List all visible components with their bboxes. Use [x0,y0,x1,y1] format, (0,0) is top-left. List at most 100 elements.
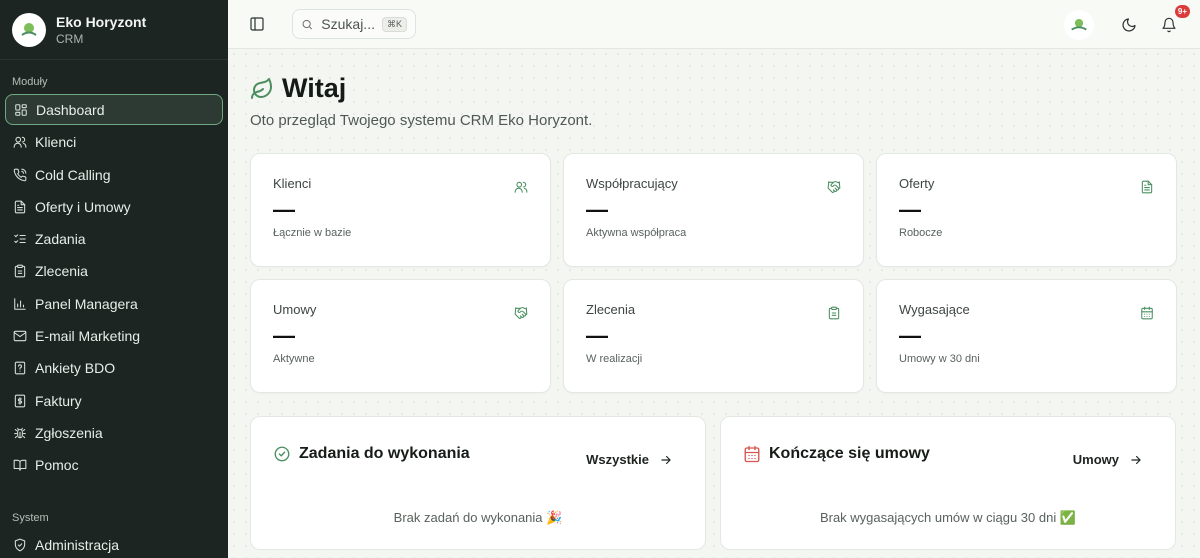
stat-card-title: Współpracujący [586,176,678,191]
clipboard-icon [827,306,841,320]
notifications-button[interactable]: 9+ [1156,3,1191,38]
stat-card-title: Klienci [273,176,312,191]
search-icon [302,19,313,29]
bug-icon [13,426,27,440]
sidebar-item-email-marketing[interactable]: E-mail Marketing [5,321,223,351]
contracts-empty-state: Brak wygasających umów w ciągu 30 dni ✅ [819,510,1077,525]
handshake-icon [827,180,841,194]
stat-card-value: — [273,323,295,348]
avatar[interactable] [1064,9,1094,40]
leaf-icon [251,77,272,99]
book-icon [13,458,27,472]
phone-icon [13,168,27,182]
stat-card-zlecenia[interactable]: Zlecenia — W realizacji [563,279,864,393]
arrow-right-icon [1131,455,1141,464]
stat-card-desc: Umowy w 30 dni [899,353,980,365]
arrow-right-icon [661,455,671,464]
tasks-view-all-link[interactable]: Wszystkie [586,452,673,467]
sidebar-item-panel-managera[interactable]: Panel Managera [5,289,223,319]
sidebar-toggle-button[interactable] [244,11,270,37]
sidebar-item-ankiety-bdo[interactable]: Ankiety BDO [5,353,223,383]
panels-row: Zadania do wykonania Wszystkie Brak zada… [250,416,1178,550]
contracts-panel-title: Kończące się umowy [769,445,930,462]
sidebar: Eko Horyzont CRM Moduły Dashboard Klienc… [0,0,228,558]
stat-card-value: — [899,197,921,222]
bell-icon [1162,17,1176,32]
brand-subtitle: CRM [56,31,84,46]
theme-toggle-button[interactable] [1116,12,1142,38]
dollar-file-icon [13,394,27,408]
stat-card-title: Zlecenia [586,302,636,317]
shield-icon [13,538,27,552]
tasks-panel-title: Zadania do wykonania [299,445,470,462]
sidebar-item-zlecenia[interactable]: Zlecenia [5,256,223,286]
section-label-modules: Moduły [12,76,48,88]
stat-card-klienci[interactable]: Klienci — Łącznie w bazie [250,153,551,267]
stat-card-value: — [586,323,608,348]
sidebar-nav: Dashboard Klienci Cold Calling Oferty i … [0,94,228,480]
contracts-view-all-label: Umowy [1072,452,1119,467]
sidebar-item-label: Zadania [35,231,86,248]
sidebar-item-label: Dashboard [36,101,105,118]
stat-card-desc: W realizacji [586,353,643,365]
sidebar-system-section: System Administracja [0,512,228,558]
bar-chart-icon [13,297,27,311]
sidebar-item-label: Ankiety BDO [35,360,116,377]
sidebar-item-zgloszenia[interactable]: Zgłoszenia [5,418,223,448]
sidebar-item-dashboard[interactable]: Dashboard [5,94,223,125]
sidebar-item-administracja[interactable]: Administracja [5,530,223,558]
moon-icon [1122,17,1136,32]
topbar: Szukaj... ⌘K 9+ [228,0,1200,49]
stat-card-desc: Robocze [899,227,943,239]
sidebar-item-zadania[interactable]: Zadania [5,224,223,254]
handshake-icon [514,306,528,320]
mail-icon [13,329,27,343]
brand-name: Eko Horyzont [56,13,147,30]
sidebar-item-klienci[interactable]: Klienci [5,127,223,157]
sidebar-item-label: Cold Calling [35,166,111,183]
contracts-view-all-link[interactable]: Umowy [1073,452,1143,467]
stat-card-value: — [586,197,608,222]
help-file-icon [13,361,27,375]
sidebar-item-label: Panel Managera [35,295,138,312]
check-circle-icon [273,445,291,463]
stat-card-umowy[interactable]: Umowy — Aktywne [250,279,551,393]
stat-card-value: — [273,197,295,222]
calendar-icon [743,445,761,463]
dashboard-content: Witaj Oto przegląd Twojego systemu CRM E… [228,73,1200,550]
list-checks-icon [13,232,27,246]
stat-card-value: — [899,323,921,348]
users-icon [13,135,27,149]
sidebar-item-cold-calling[interactable]: Cold Calling [5,160,223,190]
file-text-icon [13,200,27,214]
sidebar-item-label: Klienci [35,134,77,151]
sidebar-item-label: Pomoc [35,457,79,474]
stats-grid: Klienci — Łącznie w bazie Współpracujący… [250,153,1178,393]
stat-card-desc: Aktywna współpraca [586,227,687,239]
tasks-panel: Zadania do wykonania Wszystkie Brak zada… [250,416,706,550]
brand-logo [12,12,46,47]
stat-card-desc: Aktywne [273,353,315,365]
sidebar-item-oferty-i-umowy[interactable]: Oferty i Umowy [5,192,223,222]
sidebar-item-label: Administracja [35,537,120,553]
sidebar-item-label: Faktury [35,392,82,409]
stat-card-wygasajace[interactable]: Wygasające — Umowy w 30 dni [876,279,1177,393]
app-root: Eko Horyzont CRM Moduły Dashboard Klienc… [0,0,1200,558]
stat-card-title: Oferty [899,176,935,191]
stat-card-wspolpracujacy[interactable]: Współpracujący — Aktywna współpraca [563,153,864,267]
search-input[interactable]: Szukaj... ⌘K [292,9,416,39]
sidebar-item-pomoc[interactable]: Pomoc [5,450,223,480]
stat-card-desc: Łącznie w bazie [273,227,352,239]
brand[interactable]: Eko Horyzont CRM [0,0,228,60]
notification-badge: 9+ [1173,3,1191,19]
stat-card-oferty[interactable]: Oferty — Robocze [876,153,1177,267]
dashboard-icon [14,103,28,117]
users-icon [514,180,528,194]
sidebar-item-label: Oferty i Umowy [35,198,131,215]
tasks-empty-state: Brak zadań do wykonania 🎉 [393,510,563,525]
sidebar-item-faktury[interactable]: Faktury [5,386,223,416]
panel-left-icon [250,17,264,31]
section-label-system: System [12,512,49,524]
file-text-icon [1140,180,1154,194]
search-shortcut: ⌘K [381,16,407,32]
